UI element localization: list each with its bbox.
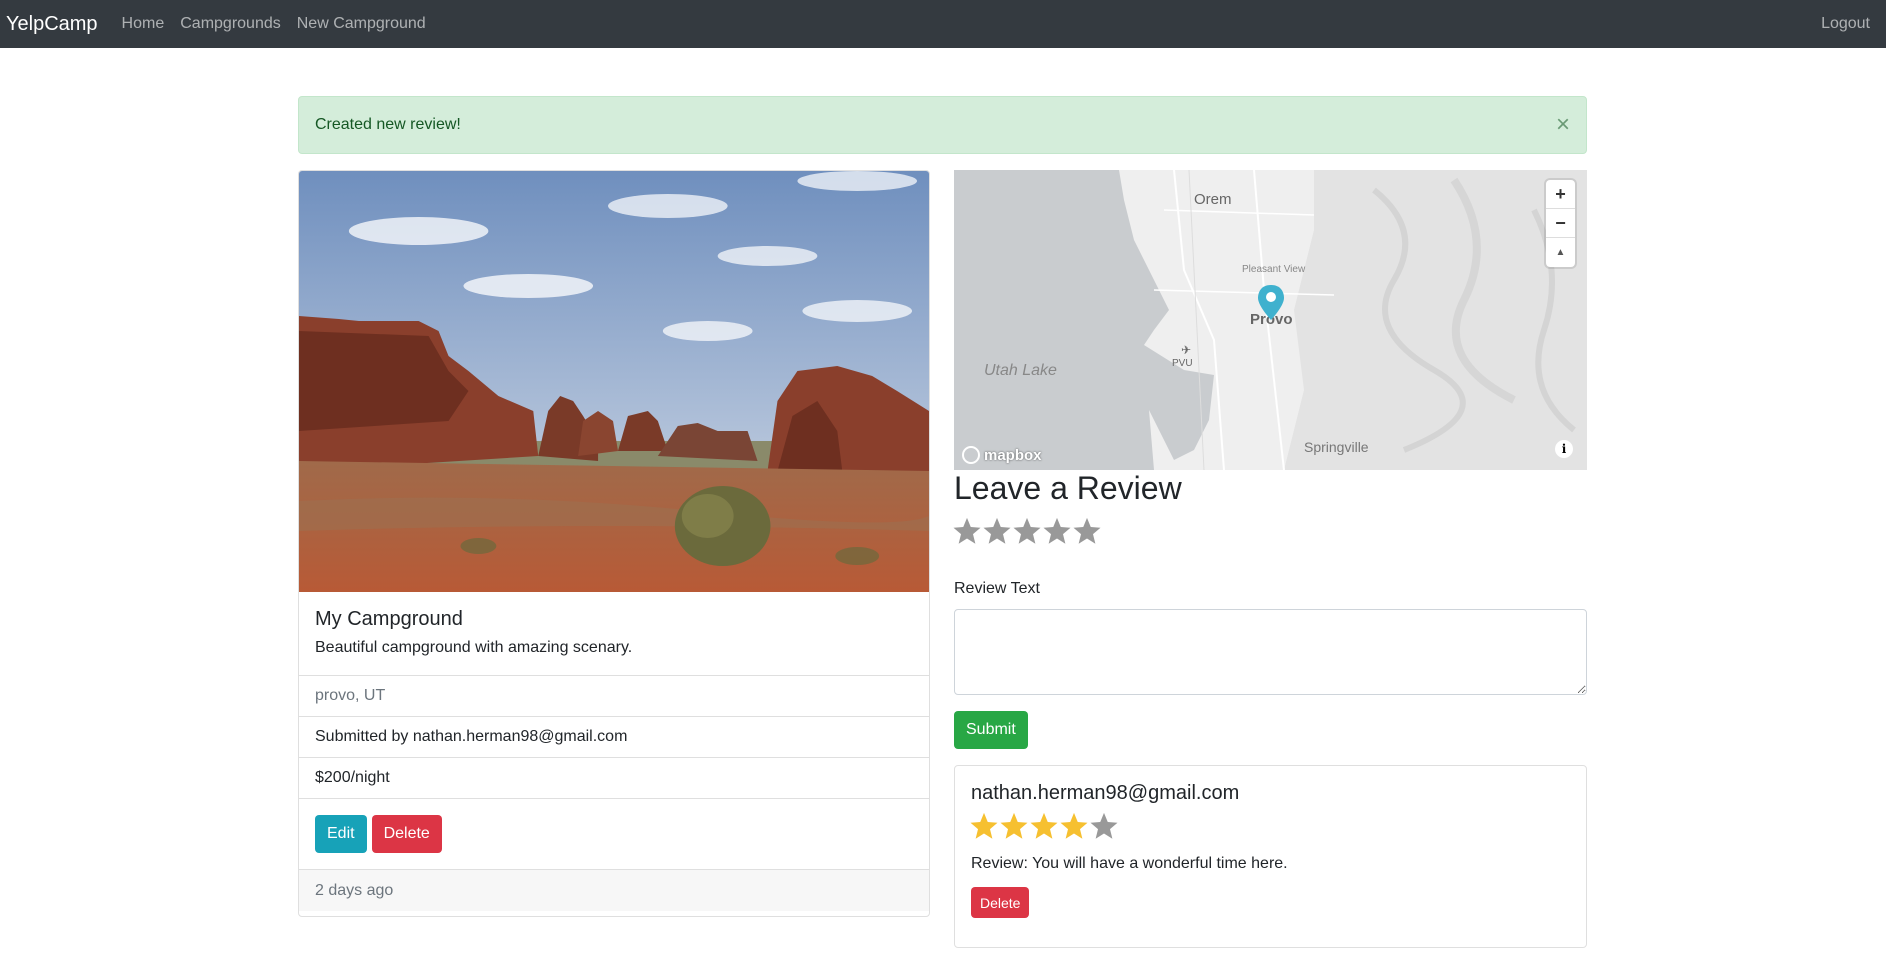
attribution-info-icon[interactable]: i (1555, 440, 1573, 458)
alert-message: Created new review! (315, 116, 461, 133)
star-1-icon[interactable] (952, 516, 982, 546)
map-controls: + − ▲ (1546, 180, 1575, 267)
campground-price: $200/night (299, 758, 929, 799)
map-label-pvu: PVU (1172, 358, 1193, 369)
submit-button[interactable]: Submit (954, 711, 1028, 749)
map-canvas[interactable]: Orem Pleasant View Provo Utah Lake PVU ✈… (954, 170, 1587, 470)
star-5-icon[interactable] (1072, 516, 1102, 546)
review-card: nathan.herman98@gmail.com Review: You wi… (954, 765, 1587, 948)
star-5-icon (1090, 812, 1118, 839)
campground-card-body: My Campground Beautiful campground with … (299, 592, 929, 676)
navbar: YelpCamp Home Campgrounds New Campground… (0, 0, 1886, 48)
star-1-icon (970, 812, 998, 839)
delete-review-button[interactable]: Delete (971, 887, 1030, 918)
star-4-icon[interactable] (1042, 516, 1072, 546)
star-3-icon[interactable] (1012, 516, 1042, 546)
star-4-icon (1060, 812, 1088, 839)
nav-link-new-campground[interactable]: New Campground (297, 15, 426, 33)
star-2-icon[interactable] (982, 516, 1012, 546)
review-text-input[interactable] (954, 609, 1587, 695)
review-text-label: Review Text (954, 580, 1040, 597)
map-label-springville: Springville (1304, 439, 1369, 455)
airport-icon: ✈ (1181, 343, 1191, 357)
review-rating (969, 811, 1570, 841)
zoom-out-button[interactable]: − (1546, 209, 1575, 238)
campground-card: My Campground Beautiful campground with … (298, 170, 930, 917)
delete-campground-button[interactable]: Delete (371, 815, 442, 853)
map-label-orem: Orem (1194, 191, 1232, 208)
map-label-pleasant-view: Pleasant View (1242, 264, 1306, 275)
alert-close-button[interactable]: × (1556, 113, 1570, 137)
success-alert: Created new review! × (298, 96, 1587, 154)
mapbox-logo[interactable]: mapbox (962, 446, 1042, 464)
mapbox-logo-icon (962, 446, 980, 464)
review-author: nathan.herman98@gmail.com (971, 782, 1240, 804)
star-3-icon (1030, 812, 1058, 839)
campground-description: Beautiful campground with amazing scenar… (315, 639, 633, 656)
logout-link[interactable]: Logout (1821, 15, 1870, 33)
edit-button[interactable]: Edit (315, 815, 367, 853)
review-body: Review: You will have a wonderful time h… (971, 855, 1288, 872)
mapbox-logo-text: mapbox (984, 446, 1042, 464)
map-label-utah-lake: Utah Lake (984, 362, 1057, 379)
campground-location: provo, UT (299, 676, 929, 717)
rating-input[interactable] (952, 516, 1102, 546)
campground-image (299, 171, 929, 592)
campground-footer: 2 days ago (299, 870, 929, 911)
star-2-icon (1000, 812, 1028, 839)
compass-icon[interactable]: ▲ (1546, 238, 1575, 267)
map[interactable]: Orem Pleasant View Provo Utah Lake PVU ✈… (954, 170, 1587, 470)
brand-link[interactable]: YelpCamp (6, 13, 98, 36)
review-form-heading: Leave a Review (954, 470, 1182, 506)
campground-author: Submitted by nathan.herman98@gmail.com (299, 717, 929, 758)
campground-title: My Campground (315, 608, 463, 630)
nav-link-campgrounds[interactable]: Campgrounds (180, 15, 281, 33)
campground-actions: Edit Delete (299, 799, 929, 870)
nav-link-home[interactable]: Home (122, 15, 165, 33)
zoom-in-button[interactable]: + (1546, 180, 1575, 209)
